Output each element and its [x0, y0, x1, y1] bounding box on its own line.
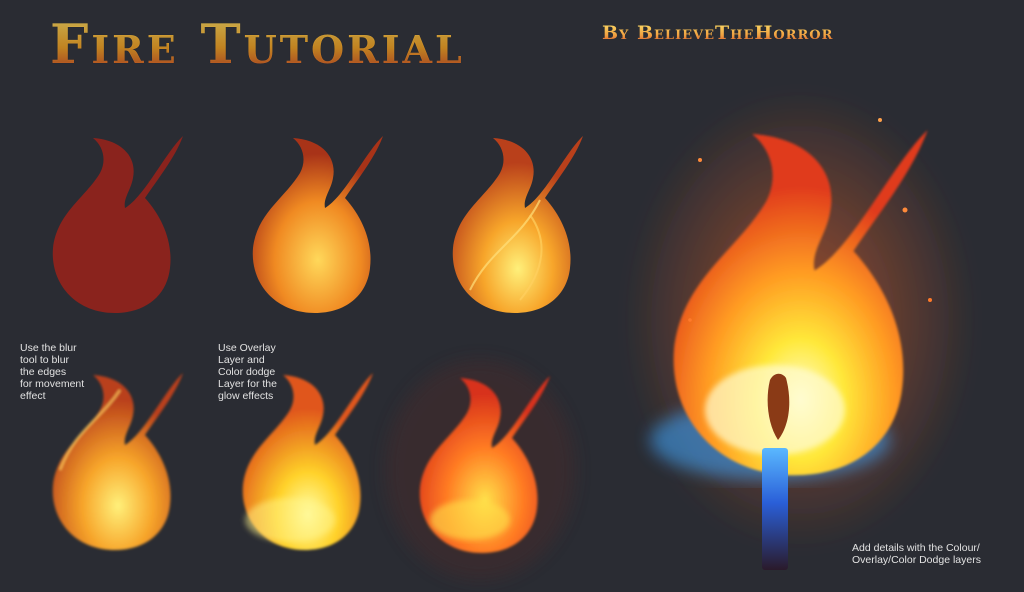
- blur-step-note: Use the blur tool to blur the edges for …: [20, 342, 85, 402]
- flame-step-6-dodged: [385, 360, 575, 580]
- flame-illustrations: [52, 90, 975, 580]
- flame-step-3-highlights: [452, 136, 583, 313]
- flame-step-1-flat: [52, 136, 183, 313]
- match-flame-final: [625, 90, 975, 570]
- flame-step-2-shaded: [252, 136, 383, 313]
- glow-step-note: Use Overlay Layer and Color dodge Layer …: [218, 342, 277, 402]
- details-step-note: Add details with the Colour/ Overlay/Col…: [852, 542, 981, 566]
